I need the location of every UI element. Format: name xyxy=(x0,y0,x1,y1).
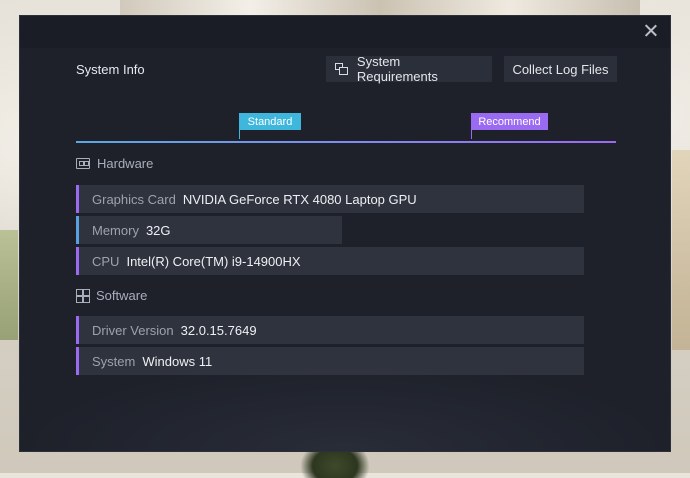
cpu-value: Intel(R) Core(TM) i9-14900HX xyxy=(126,253,301,269)
background-beam xyxy=(120,0,640,16)
software-heading: Software xyxy=(76,288,147,303)
system-requirements-label: System Requirements xyxy=(356,54,438,84)
hardware-heading: Hardware xyxy=(76,156,153,171)
memory-label: Memory xyxy=(92,222,139,238)
hardware-heading-label: Hardware xyxy=(97,156,154,171)
cpu-label: CPU xyxy=(92,253,120,269)
graphics-card-label: Graphics Card xyxy=(92,191,176,207)
background-foliage-left xyxy=(0,230,18,340)
system-value: Windows 11 xyxy=(142,353,213,369)
dialog-title: System Info xyxy=(76,62,145,77)
collect-log-files-button[interactable]: Collect Log Files xyxy=(504,56,617,82)
memory-value: 32G xyxy=(145,222,171,238)
driver-version-label: Driver Version xyxy=(92,322,174,338)
background-foliage-right xyxy=(672,150,690,350)
copy-icon xyxy=(335,63,348,75)
recommend-tick xyxy=(471,130,472,139)
close-icon[interactable] xyxy=(642,22,660,40)
memory-row: Memory 32G xyxy=(76,216,342,244)
graphics-card-row: Graphics Card NVIDIA GeForce RTX 4080 La… xyxy=(76,185,584,213)
standard-tag: Standard xyxy=(239,113,301,130)
software-heading-label: Software xyxy=(96,288,148,303)
system-info-dialog: System Info System Requirements Collect … xyxy=(19,15,671,452)
cpu-row: CPU Intel(R) Core(TM) i9-14900HX xyxy=(76,247,584,275)
system-row: System Windows 11 xyxy=(76,347,584,375)
dialog-header xyxy=(20,16,670,48)
standard-tick xyxy=(239,130,240,139)
system-requirements-button[interactable]: System Requirements xyxy=(326,54,492,84)
recommend-tag: Recommend xyxy=(471,113,548,130)
graphics-card-value: NVIDIA GeForce RTX 4080 Laptop GPU xyxy=(182,191,417,207)
system-label: System xyxy=(92,353,136,369)
windows-icon xyxy=(76,289,90,303)
driver-version-value: 32.0.15.7649 xyxy=(180,322,257,338)
chip-icon xyxy=(76,158,90,169)
driver-version-row: Driver Version 32.0.15.7649 xyxy=(76,316,584,344)
spec-range-line xyxy=(76,141,616,143)
